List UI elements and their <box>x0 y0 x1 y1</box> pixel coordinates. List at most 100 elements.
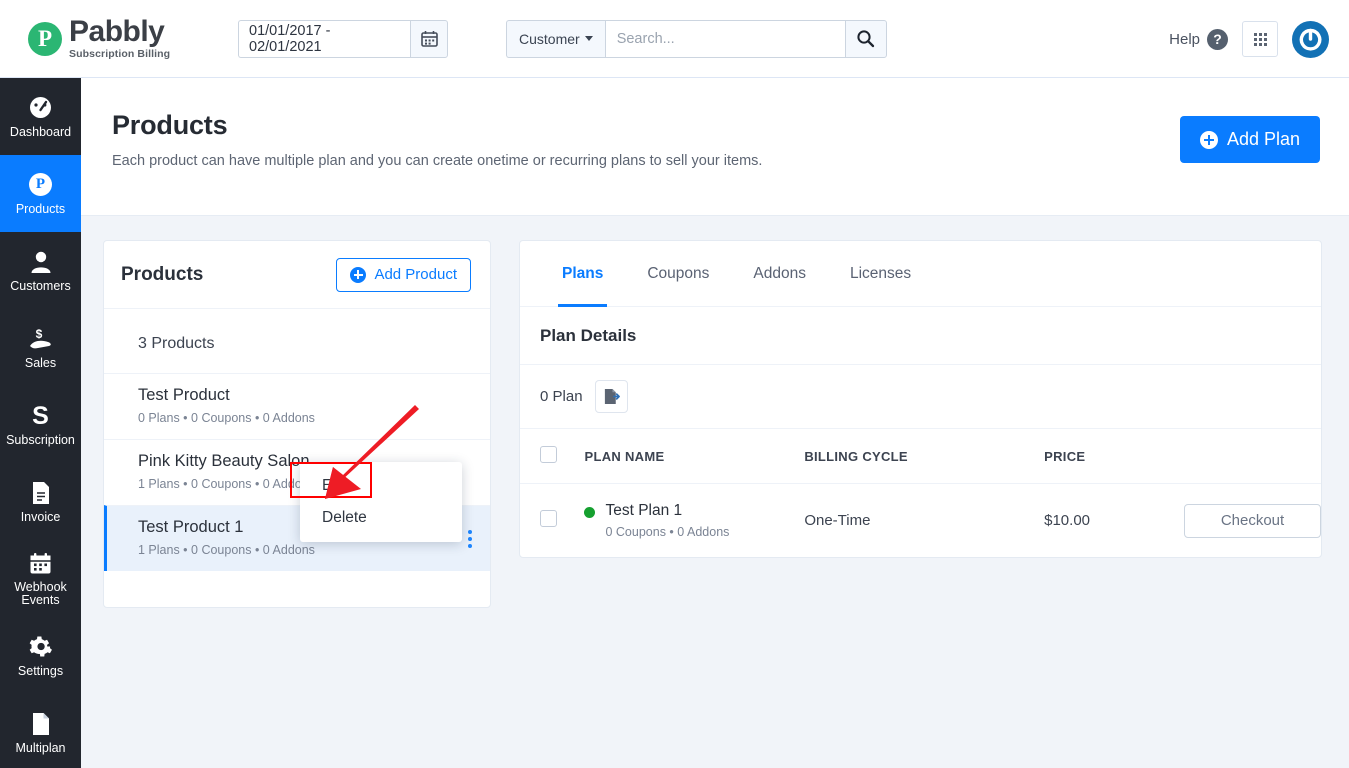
add-product-label: Add Product <box>374 266 457 283</box>
col-select-all <box>520 429 585 484</box>
search-group: Customer <box>506 19 887 58</box>
apps-grid-button[interactable] <box>1242 21 1278 57</box>
status-dot-icon <box>584 507 596 518</box>
power-user-icon <box>1297 25 1324 53</box>
plan-name-cell: Test Plan 1 0 Coupons • 0 Addons <box>584 484 804 558</box>
help-link[interactable]: Help ? <box>1169 28 1228 50</box>
tab-licenses[interactable]: Licenses <box>828 241 933 306</box>
app-root: P Pabbly Subscription Billing 01/01/2017… <box>0 0 1349 768</box>
date-range-value[interactable]: 01/01/2017 - 02/01/2021 <box>238 19 410 58</box>
p-circle-icon: P <box>29 172 52 198</box>
sidebar-item-products[interactable]: P Products <box>0 155 81 232</box>
content-area: Products Add Product 3 Products Test Pro… <box>81 216 1349 608</box>
plan-name: Test Plan 1 <box>605 502 683 519</box>
sidebar-item-webhook-events[interactable]: Webhook Events <box>0 540 81 617</box>
col-price: PRICE <box>1044 429 1184 484</box>
products-panel-header: Products Add Product <box>104 241 490 309</box>
plus-circle-icon <box>1199 130 1218 149</box>
col-billing-cycle: BILLING CYCLE <box>804 429 1045 484</box>
table-header-row: PLAN NAME BILLING CYCLE PRICE <box>520 429 1321 484</box>
add-plan-button[interactable]: Add Plan <box>1179 116 1320 163</box>
plan-meta: 0 Coupons • 0 Addons <box>605 525 730 539</box>
product-list-item[interactable]: Test Product 0 Plans • 0 Coupons • 0 Add… <box>104 373 490 439</box>
products-panel: Products Add Product 3 Products Test Pro… <box>103 240 491 608</box>
plan-count-label: 0 Plan <box>540 388 583 405</box>
products-panel-title: Products <box>121 263 204 285</box>
row-checkbox[interactable] <box>540 509 557 527</box>
context-menu: Edit Delete <box>290 462 462 542</box>
table-row: Test Plan 1 0 Coupons • 0 Addons One-Tim… <box>520 484 1321 558</box>
grid-apps-icon <box>1253 32 1267 46</box>
tab-plans[interactable]: Plans <box>540 241 625 307</box>
question-circle-icon: ? <box>1207 28 1228 50</box>
sidebar-label: Multiplan <box>15 740 66 755</box>
help-label: Help <box>1169 30 1200 48</box>
sidebar-label: Sales <box>24 355 57 370</box>
plan-count-row: 0 Plan <box>520 365 1321 429</box>
top-header: P Pabbly Subscription Billing 01/01/2017… <box>0 0 1349 78</box>
plus-circle-icon <box>350 266 367 283</box>
sidebar-label: Dashboard <box>9 124 72 139</box>
sidebar-label: Invoice <box>20 509 61 524</box>
sidebar-label: Webhook Events <box>14 580 67 607</box>
checkout-button[interactable]: Checkout <box>1184 503 1321 538</box>
search-scope-label: Customer <box>519 30 580 47</box>
sidebar-item-multiplan[interactable]: Multiplan <box>0 694 81 768</box>
page-subtitle: Each product can have multiple plan and … <box>112 153 763 169</box>
product-meta: 0 Plans • 0 Coupons • 0 Addons <box>138 411 315 425</box>
product-name: Test Product <box>138 386 230 404</box>
search-input[interactable] <box>604 19 845 58</box>
col-actions <box>1184 429 1321 484</box>
tab-addons[interactable]: Addons <box>731 241 828 306</box>
context-menu-item-delete[interactable]: Delete <box>300 502 462 534</box>
sidebar-item-settings[interactable]: Settings <box>0 617 81 694</box>
plans-table: PLAN NAME BILLING CYCLE PRICE Test Plan … <box>520 429 1321 557</box>
sidebar-item-customers[interactable]: Customers <box>0 232 81 309</box>
sidebar-label: Products <box>15 201 66 216</box>
chevron-down-icon <box>584 36 593 41</box>
context-menu-item-edit[interactable]: Edit <box>300 470 462 502</box>
sidebar-item-invoice[interactable]: Invoice <box>0 463 81 540</box>
page-header: Products Each product can have multiple … <box>81 78 1349 216</box>
date-range-group: 01/01/2017 - 02/01/2021 <box>238 19 448 58</box>
sidebar-label: Customers <box>10 278 71 293</box>
search-scope-dropdown[interactable]: Customer <box>506 19 605 58</box>
gear-icon <box>29 634 52 660</box>
action-cell: Checkout <box>1184 484 1321 558</box>
add-plan-label: Add Plan <box>1226 129 1300 149</box>
plans-panel: Plans Coupons Addons Licenses Plan Detai… <box>519 240 1322 558</box>
pabbly-logo-icon: P <box>28 21 62 56</box>
select-all-checkbox[interactable] <box>540 446 557 463</box>
file-export-icon[interactable] <box>594 380 628 413</box>
calendar-icon[interactable] <box>410 19 448 58</box>
product-meta: 1 Plans • 0 Coupons • 0 Addons <box>138 543 315 557</box>
sidebar: Dashboard P Products Customers $ Sales S… <box>0 78 81 768</box>
sidebar-item-dashboard[interactable]: Dashboard <box>0 78 81 155</box>
gauge-icon <box>28 95 53 121</box>
brand-tagline: Subscription Billing <box>69 48 171 61</box>
price-cell: $10.00 <box>1044 512 1091 529</box>
brand-logo[interactable]: P Pabbly Subscription Billing <box>0 17 230 60</box>
sidebar-item-subscription[interactable]: S Subscription <box>0 386 81 463</box>
calendar-icon <box>29 550 52 576</box>
brand-name: Pabbly <box>69 15 165 49</box>
sidebar-item-sales[interactable]: $ Sales <box>0 309 81 386</box>
page-title: Products <box>112 110 228 140</box>
row-select-cell <box>520 484 584 558</box>
add-product-button[interactable]: Add Product <box>336 257 471 292</box>
main-content: Products Each product can have multiple … <box>81 78 1349 768</box>
document-icon <box>31 480 51 506</box>
s-letter-icon: S <box>32 401 49 430</box>
sidebar-label: Settings <box>17 663 64 678</box>
plan-details-header: Plan Details <box>520 307 1321 365</box>
billing-cycle-cell: One-Time <box>804 512 871 529</box>
header-actions: Help ? <box>1169 0 1329 78</box>
avatar[interactable] <box>1292 20 1329 58</box>
page-icon <box>31 711 51 737</box>
product-row-menu-icon[interactable] <box>468 529 472 548</box>
col-plan-name: PLAN NAME <box>584 429 805 484</box>
svg-text:$: $ <box>35 327 42 341</box>
tab-coupons[interactable]: Coupons <box>625 241 731 306</box>
sidebar-label: Subscription <box>6 432 75 447</box>
search-icon[interactable] <box>844 19 887 58</box>
